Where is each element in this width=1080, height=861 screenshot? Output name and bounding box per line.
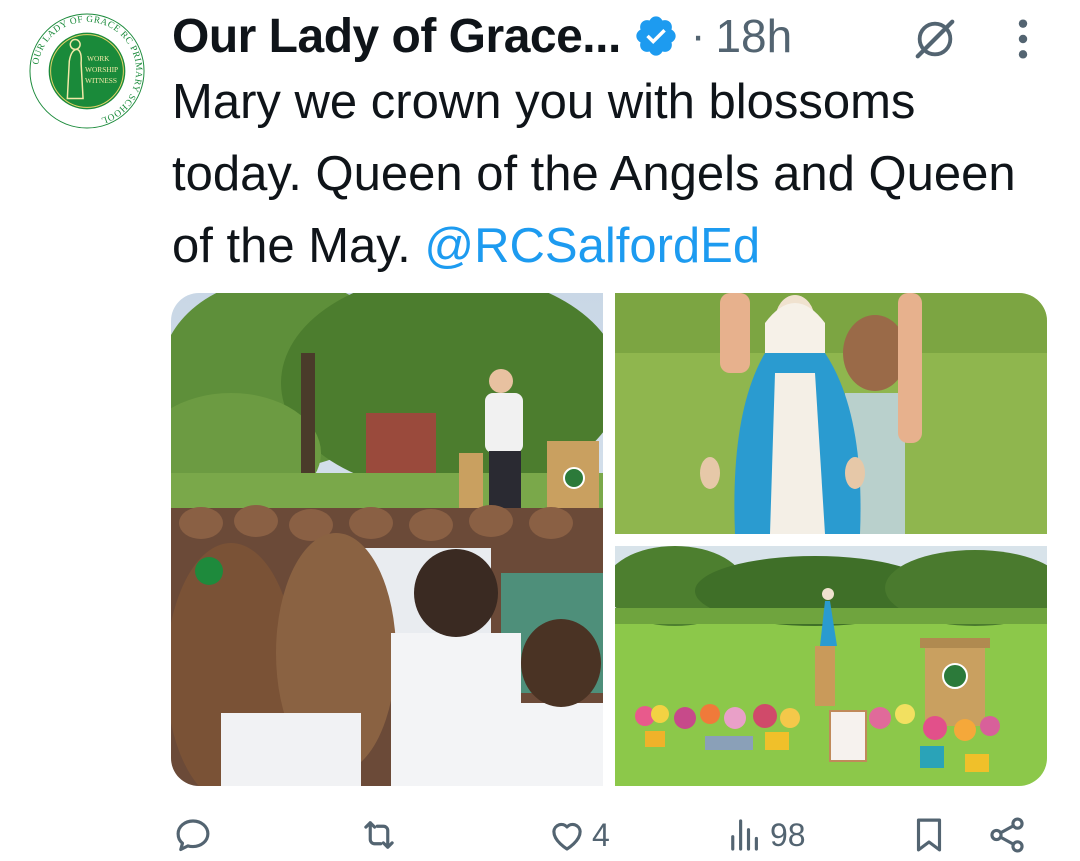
tweet-header: Our Lady of Grace... · 18h bbox=[172, 6, 792, 66]
verified-badge-icon bbox=[636, 16, 676, 56]
reply-icon bbox=[176, 819, 210, 852]
media-grid bbox=[171, 293, 1047, 786]
views-count: 98 bbox=[770, 816, 806, 853]
avatar-word-2: WORSHIP bbox=[85, 65, 118, 74]
views-icon bbox=[731, 819, 758, 851]
avatar[interactable]: OUR LADY OF GRACE RC PRIMARY SCHOOL WORK… bbox=[28, 12, 146, 130]
statue-and-flowers-on-field-photo[interactable] bbox=[615, 546, 1047, 786]
grok-icon[interactable] bbox=[912, 16, 958, 62]
retweet-icon bbox=[364, 821, 394, 849]
tweet: OUR LADY OF GRACE RC PRIMARY SCHOOL WORK… bbox=[0, 0, 1080, 861]
more-vertical-icon[interactable] bbox=[1012, 16, 1034, 62]
children-seated-outdoors-photo[interactable] bbox=[171, 293, 603, 786]
retweet-button[interactable] bbox=[358, 811, 400, 859]
bookmark-button[interactable] bbox=[908, 811, 950, 859]
mary-statue-held-photo[interactable] bbox=[615, 293, 1047, 534]
tweet-text: Mary we crown you with blossoms today. Q… bbox=[172, 66, 1052, 282]
avatar-word-1: WORK bbox=[87, 54, 110, 63]
views-button[interactable]: 98 bbox=[724, 811, 806, 859]
share-button[interactable] bbox=[986, 811, 1028, 859]
like-count: 4 bbox=[592, 816, 610, 853]
share-icon bbox=[990, 817, 1024, 853]
timestamp[interactable]: 18h bbox=[715, 9, 792, 63]
separator-dot: · bbox=[690, 11, 706, 60]
mention-link[interactable]: @RCSalfordEd bbox=[424, 219, 760, 273]
avatar-word-3: WITNESS bbox=[85, 76, 117, 85]
like-button[interactable]: 4 bbox=[546, 811, 610, 859]
bookmark-icon bbox=[916, 818, 942, 852]
reply-button[interactable] bbox=[172, 811, 214, 859]
author-name[interactable]: Our Lady of Grace... bbox=[172, 9, 621, 64]
tweet-actions: 4 98 bbox=[0, 805, 1080, 861]
heart-icon bbox=[552, 822, 582, 851]
